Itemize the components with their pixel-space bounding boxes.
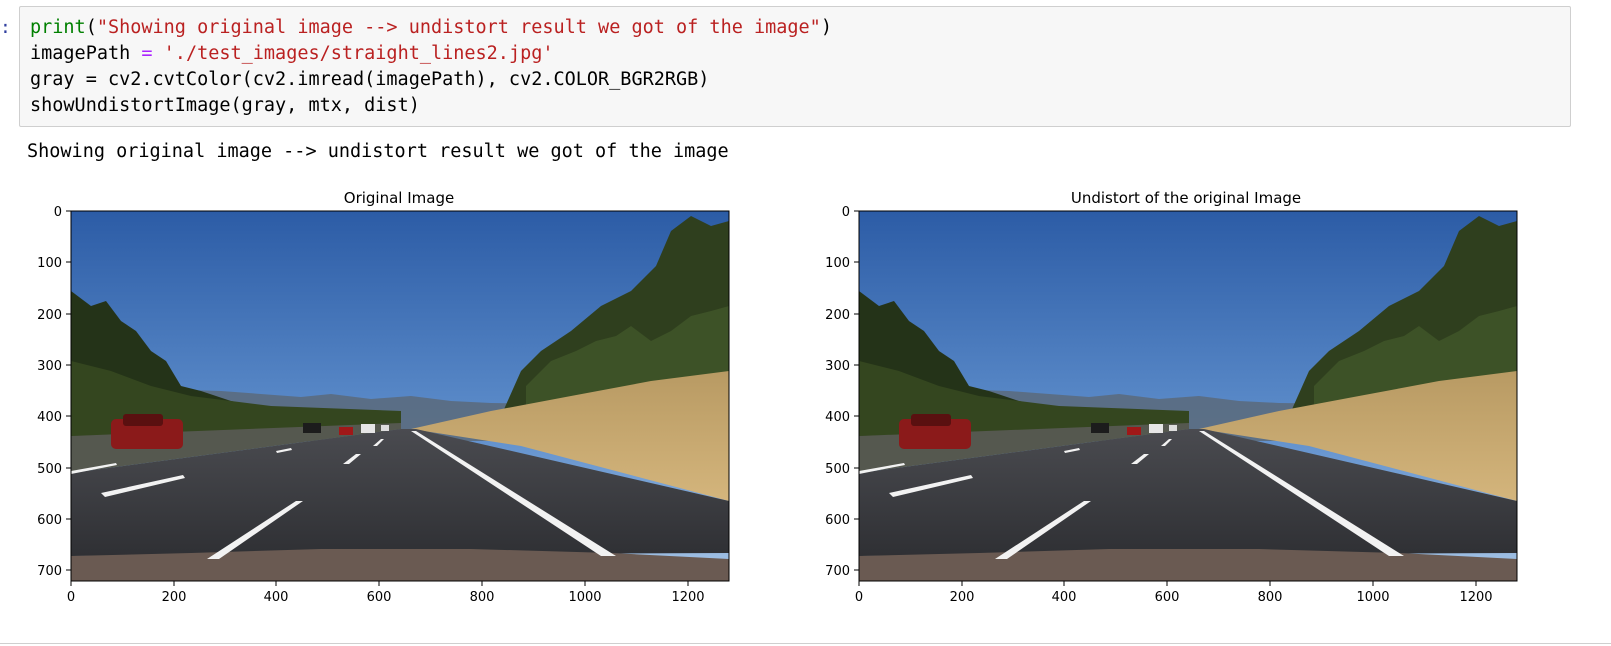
x-axis: 0 200 400 600 800 1000 1200: [67, 581, 705, 605]
y-axis: 0 100 200 300 400 500 600 700: [37, 205, 71, 579]
y-tick-label: 200: [37, 308, 62, 323]
x-tick-label: 800: [470, 590, 495, 605]
x-tick-label: 600: [1155, 590, 1180, 605]
y-tick-label: 0: [54, 205, 62, 220]
x-tick-label: 200: [162, 590, 187, 605]
image-undistorted: [859, 211, 1517, 581]
plot-title: Undistort of the original Image: [1071, 189, 1301, 207]
image-original: [71, 211, 729, 581]
y-tick-label: 200: [825, 308, 850, 323]
y-tick-label: 400: [825, 410, 850, 425]
x-tick-label: 0: [855, 590, 863, 605]
plot-title: Original Image: [344, 189, 454, 207]
cell-divider: [0, 643, 1611, 644]
y-tick-label: 600: [825, 513, 850, 528]
y-tick-label: 100: [37, 256, 62, 271]
x-tick-label: 1200: [1459, 590, 1492, 605]
plot-original: Original Image 0 100 200 300 400 500 600…: [37, 189, 730, 605]
x-tick-label: 1200: [671, 590, 704, 605]
y-tick-label: 300: [825, 359, 850, 374]
plot-undistorted: Undistort of the original Image 0 100 20…: [825, 189, 1518, 605]
figure-output: Original Image 0 100 200 300 400 500 600…: [37, 189, 1518, 605]
x-tick-label: 400: [1052, 590, 1077, 605]
y-tick-label: 500: [825, 462, 850, 477]
y-tick-label: 100: [825, 256, 850, 271]
x-tick-label: 200: [950, 590, 975, 605]
y-tick-label: 700: [37, 564, 62, 579]
y-axis: 0 100 200 300 400 500 600 700: [825, 205, 859, 579]
y-tick-label: 0: [842, 205, 850, 220]
x-tick-label: 600: [367, 590, 392, 605]
x-axis: 0 200 400 600 800 1000 1200: [855, 581, 1493, 605]
y-tick-label: 300: [37, 359, 62, 374]
y-tick-label: 700: [825, 564, 850, 579]
x-tick-label: 800: [1258, 590, 1283, 605]
y-tick-label: 600: [37, 513, 62, 528]
x-tick-label: 400: [264, 590, 289, 605]
y-tick-label: 400: [37, 410, 62, 425]
x-tick-label: 1000: [1356, 590, 1389, 605]
y-tick-label: 500: [37, 462, 62, 477]
x-tick-label: 0: [67, 590, 75, 605]
x-tick-label: 1000: [568, 590, 601, 605]
